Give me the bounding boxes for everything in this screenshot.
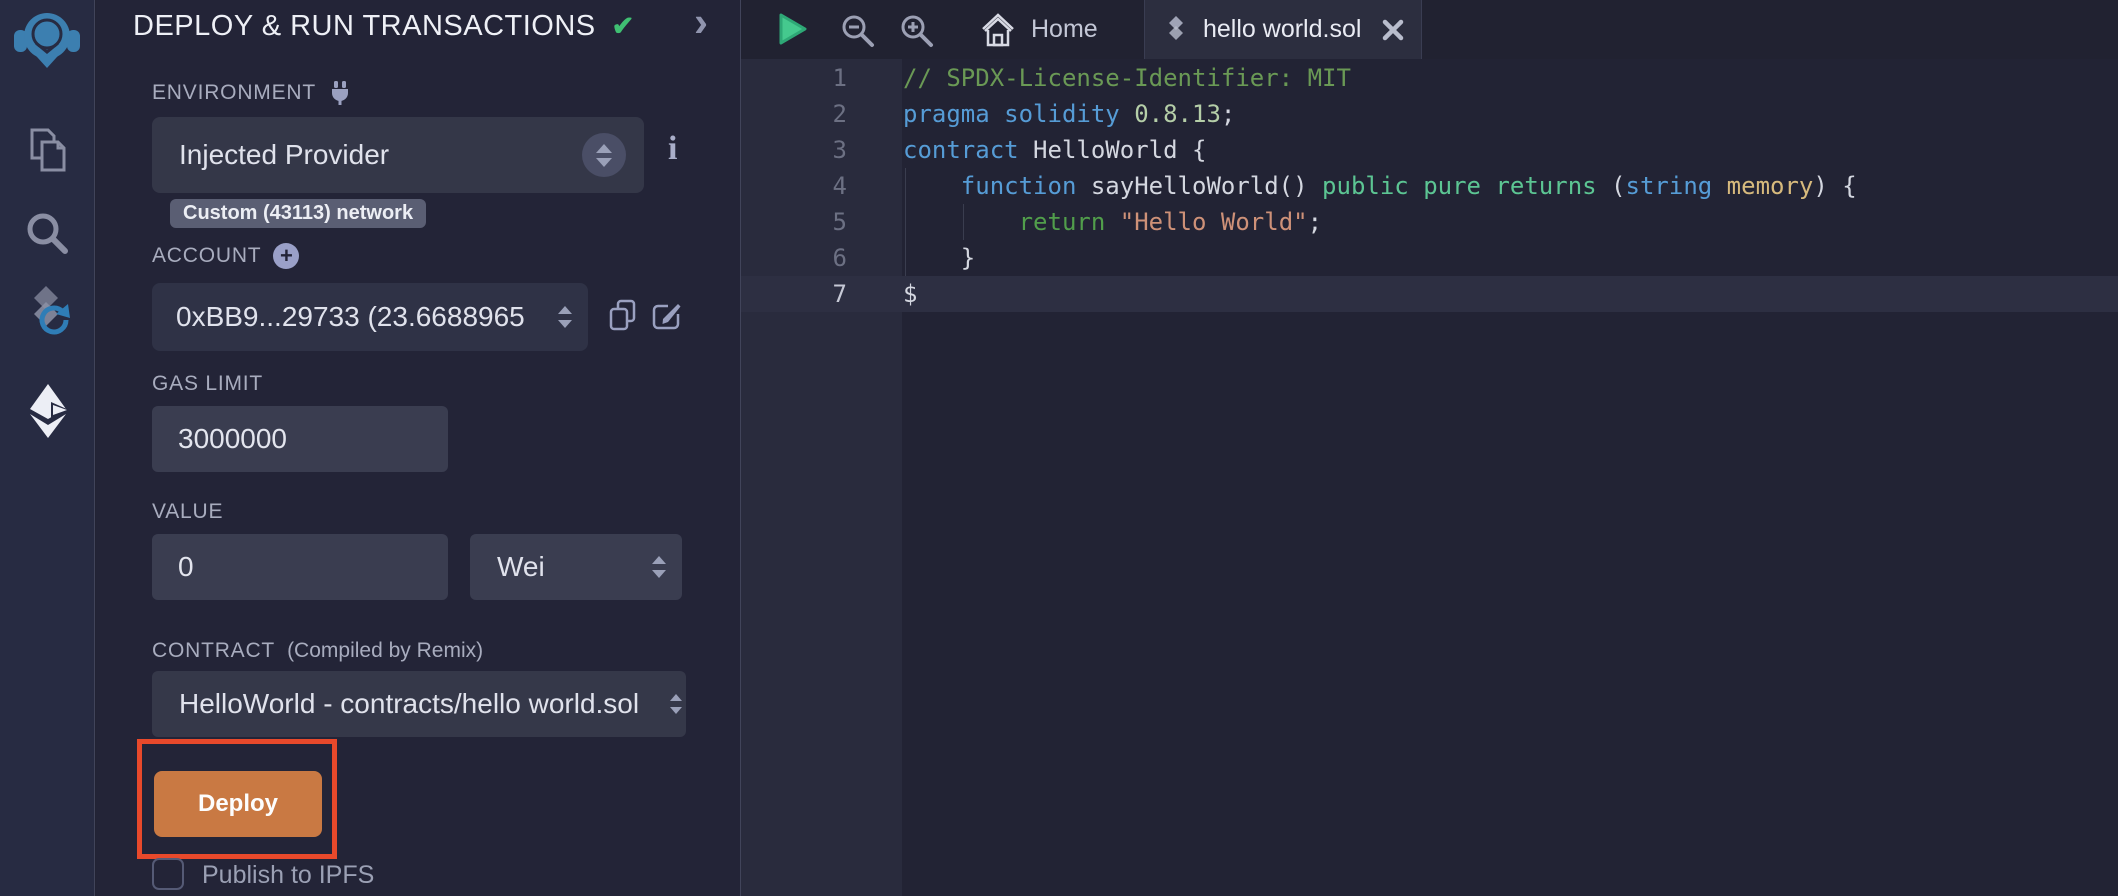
code-line-2[interactable]: 2pragma solidity 0.8.13; — [741, 96, 2118, 132]
breakpoint-margin[interactable] — [741, 204, 775, 240]
code-text: } — [847, 240, 975, 276]
editor-tabbar: Home hello world.sol — [741, 0, 2118, 59]
close-tab-icon[interactable] — [1381, 18, 1405, 42]
code-text: function sayHelloWorld() public pure ret… — [847, 168, 1857, 204]
select-carets-icon — [670, 694, 682, 714]
deploy-button[interactable]: Deploy — [154, 771, 322, 837]
code-lines: 1// SPDX-License-Identifier: MIT2pragma … — [741, 60, 2118, 312]
plug-icon — [328, 80, 352, 106]
code-line-5[interactable]: 5 return "Hello World"; — [741, 204, 2118, 240]
code-area[interactable]: 1// SPDX-License-Identifier: MIT2pragma … — [741, 59, 2118, 896]
search-icon[interactable] — [24, 210, 72, 258]
contract-note: (Compiled by Remix) — [287, 639, 483, 663]
gas-limit-label: GAS LIMIT — [152, 372, 263, 396]
publish-ipfs-checkbox[interactable] — [152, 858, 184, 890]
value-label: VALUE — [152, 500, 223, 524]
breakpoint-margin[interactable] — [741, 276, 775, 312]
code-line-3[interactable]: 3contract HelloWorld { — [741, 132, 2118, 168]
code-line-4[interactable]: 4 function sayHelloWorld() public pure r… — [741, 168, 2118, 204]
breakpoint-margin[interactable] — [741, 60, 775, 96]
breakpoint-margin[interactable] — [741, 132, 775, 168]
code-text: $ — [847, 276, 917, 312]
network-badge: Custom (43113) network — [170, 199, 426, 228]
tab-home[interactable]: Home — [963, 0, 1114, 59]
code-line-7[interactable]: 7$ — [741, 276, 2118, 312]
icon-sidebar — [0, 0, 95, 896]
zoom-in-button[interactable] — [899, 13, 935, 49]
select-carets-icon — [558, 306, 572, 328]
tab-file-label: hello world.sol — [1203, 15, 1361, 44]
solidity-file-icon — [1163, 15, 1189, 45]
tab-home-label: Home — [1031, 15, 1098, 44]
code-line-6[interactable]: 6 } — [741, 240, 2118, 276]
account-select[interactable]: 0xBB9...29733 (23.6688965 — [152, 283, 588, 351]
value-unit: Wei — [470, 551, 545, 583]
select-carets-icon — [652, 556, 666, 578]
deploy-run-panel: DEPLOY & RUN TRANSACTIONS ✔ › ENVIRONMEN… — [96, 0, 740, 896]
create-account-plus-icon[interactable]: + — [273, 243, 299, 269]
code-text: // SPDX-License-Identifier: MIT — [847, 60, 1351, 96]
compile-success-check-icon: ✔ — [612, 11, 635, 42]
gas-limit-input[interactable] — [152, 406, 448, 472]
contract-label: CONTRACT — [152, 639, 275, 663]
line-number: 6 — [775, 240, 847, 276]
select-arrows-icon — [582, 133, 626, 177]
collapse-panel-chevron-icon[interactable]: › — [694, 2, 708, 42]
line-number: 1 — [775, 60, 847, 96]
line-number: 4 — [775, 168, 847, 204]
run-script-play-button[interactable] — [777, 12, 809, 46]
remix-logo[interactable] — [12, 6, 82, 76]
account-label: ACCOUNT — [152, 244, 261, 268]
value-input[interactable] — [152, 534, 448, 600]
zoom-out-button[interactable] — [840, 13, 876, 49]
line-number: 2 — [775, 96, 847, 132]
home-icon — [979, 12, 1017, 48]
code-editor: Home hello world.sol 1// SPDX-License-Id… — [741, 0, 2118, 896]
panel-title: DEPLOY & RUN TRANSACTIONS — [133, 10, 596, 43]
line-number: 5 — [775, 204, 847, 240]
edit-account-icon[interactable] — [650, 298, 684, 332]
contract-value: HelloWorld - contracts/hello world.sol — [152, 688, 639, 720]
file-explorer-icon[interactable] — [24, 126, 72, 176]
breakpoint-margin[interactable] — [741, 240, 775, 276]
publish-ipfs-label: Publish to IPFS — [202, 860, 374, 890]
value-unit-select[interactable]: Wei — [470, 534, 682, 600]
code-text: contract HelloWorld { — [847, 132, 1206, 168]
tab-hello-world-sol[interactable]: hello world.sol — [1144, 0, 1422, 59]
environment-label: ENVIRONMENT — [152, 81, 316, 105]
contract-select[interactable]: HelloWorld - contracts/hello world.sol — [152, 671, 686, 737]
environment-select[interactable]: Injected Provider — [152, 117, 644, 193]
code-line-1[interactable]: 1// SPDX-License-Identifier: MIT — [741, 60, 2118, 96]
environment-value: Injected Provider — [152, 139, 389, 171]
breakpoint-margin[interactable] — [741, 168, 775, 204]
copy-account-icon[interactable] — [607, 299, 639, 333]
line-number: 3 — [775, 132, 847, 168]
breakpoint-margin[interactable] — [741, 96, 775, 132]
code-text: pragma solidity 0.8.13; — [847, 96, 1235, 132]
code-text: return "Hello World"; — [847, 204, 1322, 240]
account-value: 0xBB9...29733 (23.6688965 — [152, 301, 525, 333]
line-number: 7 — [775, 276, 847, 312]
deploy-run-icon[interactable] — [25, 382, 73, 440]
solidity-compiler-icon[interactable] — [20, 284, 76, 344]
environment-info-icon[interactable]: i — [668, 130, 677, 168]
